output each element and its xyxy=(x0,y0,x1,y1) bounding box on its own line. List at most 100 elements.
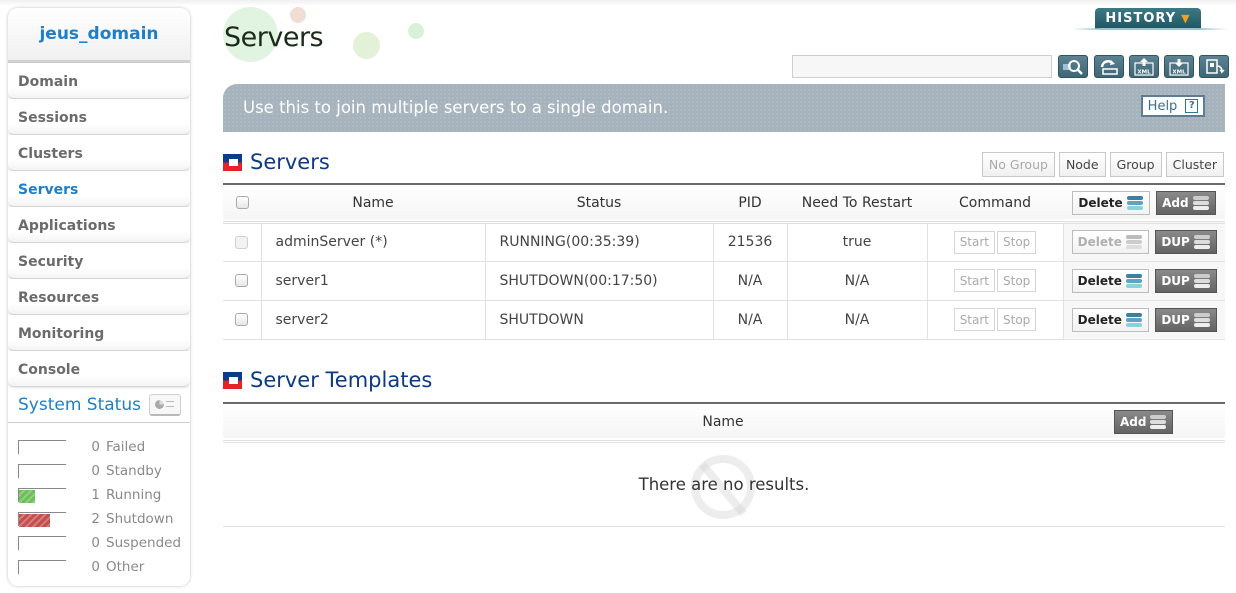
server-pid: 21536 xyxy=(712,222,787,262)
status-label: Shutdown xyxy=(106,511,174,527)
sidebar-item-resources[interactable]: Resources xyxy=(8,279,190,315)
templates-table: Name Add xyxy=(223,404,1225,443)
apply-changes-icon xyxy=(1206,58,1225,74)
refresh-button[interactable] xyxy=(1094,55,1124,78)
table-header: Name Add xyxy=(223,404,1225,441)
select-all-checkbox[interactable] xyxy=(235,196,249,210)
status-bar xyxy=(18,464,66,478)
monitor-chart-icon[interactable] xyxy=(148,393,181,416)
delete-row-button[interactable]: Delete xyxy=(1071,268,1149,293)
dup-label: DUP xyxy=(1161,273,1190,288)
column-header-need-restart[interactable]: Need To Restart xyxy=(787,185,927,222)
dup-button[interactable]: DUP xyxy=(1155,307,1217,332)
chevron-down-icon: ▼ xyxy=(1181,12,1191,25)
add-template-button[interactable]: Add xyxy=(1114,409,1174,434)
apply-changes-button[interactable] xyxy=(1199,55,1229,78)
server-name[interactable]: server1 xyxy=(260,261,485,301)
history-button[interactable]: HISTORY ▼ xyxy=(1095,8,1201,29)
select-all-cell xyxy=(223,185,261,222)
sidebar-item-security[interactable]: Security xyxy=(8,243,190,279)
actions-cell: Delete DUP xyxy=(1062,261,1225,301)
sidebar-item-sessions[interactable]: Sessions xyxy=(8,99,190,135)
delete-row-button[interactable]: Delete xyxy=(1071,307,1149,332)
top-strip xyxy=(0,0,1236,6)
empty-results: There are no results. xyxy=(223,443,1225,527)
servers-section-header: Servers xyxy=(223,150,330,174)
server-status: SHUTDOWN(00:17:50) xyxy=(484,261,713,301)
xml-import-button[interactable]: XML xyxy=(1164,55,1194,78)
row-checkbox[interactable] xyxy=(235,235,249,249)
history-label: HISTORY xyxy=(1105,11,1177,26)
add-label: Add xyxy=(1120,414,1147,429)
stop-button[interactable]: Stop xyxy=(997,230,1037,254)
row-checkbox[interactable] xyxy=(235,274,249,287)
table-header: Name Status PID Need To Restart Command … xyxy=(223,185,1225,222)
column-header-name[interactable]: Name xyxy=(261,185,485,222)
status-count: 2 xyxy=(91,511,100,527)
status-bar xyxy=(18,440,66,454)
sidebar-item-domain[interactable]: Domain xyxy=(8,63,190,99)
sidebar-item-clusters[interactable]: Clusters xyxy=(8,135,190,171)
search-icon xyxy=(1063,59,1083,75)
status-bar xyxy=(18,560,66,574)
column-header-command: Command xyxy=(959,194,1031,211)
no-group-button[interactable]: No Group xyxy=(981,152,1055,177)
delete-button[interactable]: Delete xyxy=(1072,190,1150,215)
info-banner: Use this to join multiple servers to a s… xyxy=(223,84,1225,132)
delete-row-button[interactable]: Delete xyxy=(1071,230,1149,254)
search-button[interactable] xyxy=(1058,55,1088,78)
column-header-name[interactable]: Name xyxy=(223,404,1063,441)
stack-add-icon xyxy=(1193,234,1211,250)
row-select-cell xyxy=(223,300,261,340)
delete-label: Delete xyxy=(1078,195,1123,210)
table-row[interactable]: server1 SHUTDOWN(00:17:50) N/A N/A Start… xyxy=(223,261,1225,301)
dup-button[interactable]: DUP xyxy=(1155,230,1217,254)
banner-text: Use this to join multiple servers to a s… xyxy=(243,98,669,117)
stop-button[interactable]: Stop xyxy=(997,269,1037,292)
stop-button[interactable]: Stop xyxy=(997,308,1037,331)
sidebar-item-monitoring[interactable]: Monitoring xyxy=(8,315,190,351)
system-status-list: 0 Failed 0 Standby 1 Running 2 Shutdown … xyxy=(8,423,190,579)
header-actions: Delete Add xyxy=(1063,185,1225,222)
column-header-status[interactable]: Status xyxy=(485,185,713,222)
server-name[interactable]: server2 xyxy=(260,300,485,340)
node-button[interactable]: Node xyxy=(1058,152,1106,177)
section-icon xyxy=(223,371,242,389)
stack-delete-icon xyxy=(1125,312,1143,328)
server-pid: N/A xyxy=(712,300,787,340)
add-server-button[interactable]: Add xyxy=(1156,190,1216,215)
group-buttons: No Group Node Group Cluster xyxy=(981,152,1224,177)
page-title: Servers xyxy=(224,22,324,53)
xml-export-button[interactable]: XML xyxy=(1129,55,1159,78)
delete-label: Delete xyxy=(1077,273,1122,288)
servers-section-title: Servers xyxy=(250,150,330,174)
templates-section-title: Server Templates xyxy=(250,368,433,392)
sidebar-item-console[interactable]: Console xyxy=(8,351,190,387)
server-pid: N/A xyxy=(712,261,787,301)
start-button[interactable]: Start xyxy=(953,308,996,331)
row-checkbox[interactable] xyxy=(235,313,249,326)
search-input[interactable] xyxy=(792,55,1052,78)
command-cell: Start Stop xyxy=(926,222,1063,262)
server-need-restart: N/A xyxy=(786,300,927,340)
server-need-restart: N/A xyxy=(786,261,927,301)
stack-delete-icon xyxy=(1126,195,1144,211)
start-button[interactable]: Start xyxy=(953,269,996,292)
help-icon: ? xyxy=(1185,99,1199,113)
group-button[interactable]: Group xyxy=(1109,152,1162,177)
cluster-button[interactable]: Cluster xyxy=(1165,152,1224,177)
table-row[interactable]: server2 SHUTDOWN N/A N/A Start Stop Delet… xyxy=(223,300,1225,340)
help-button[interactable]: Help ? xyxy=(1141,95,1205,117)
help-label: Help xyxy=(1147,98,1178,114)
table-row[interactable]: adminServer (*) RUNNING(00:35:39) 21536 … xyxy=(223,222,1225,262)
dup-button[interactable]: DUP xyxy=(1155,268,1217,293)
server-name[interactable]: adminServer (*) xyxy=(260,222,485,262)
stack-add-icon xyxy=(1193,273,1211,289)
status-count: 0 xyxy=(91,535,100,551)
column-header-pid[interactable]: PID xyxy=(713,185,787,222)
status-label: Failed xyxy=(106,439,146,455)
sidebar-item-applications[interactable]: Applications xyxy=(8,207,190,243)
domain-title[interactable]: jeus_domain xyxy=(8,8,190,63)
sidebar-item-servers[interactable]: Servers xyxy=(8,171,190,207)
start-button[interactable]: Start xyxy=(953,230,996,254)
